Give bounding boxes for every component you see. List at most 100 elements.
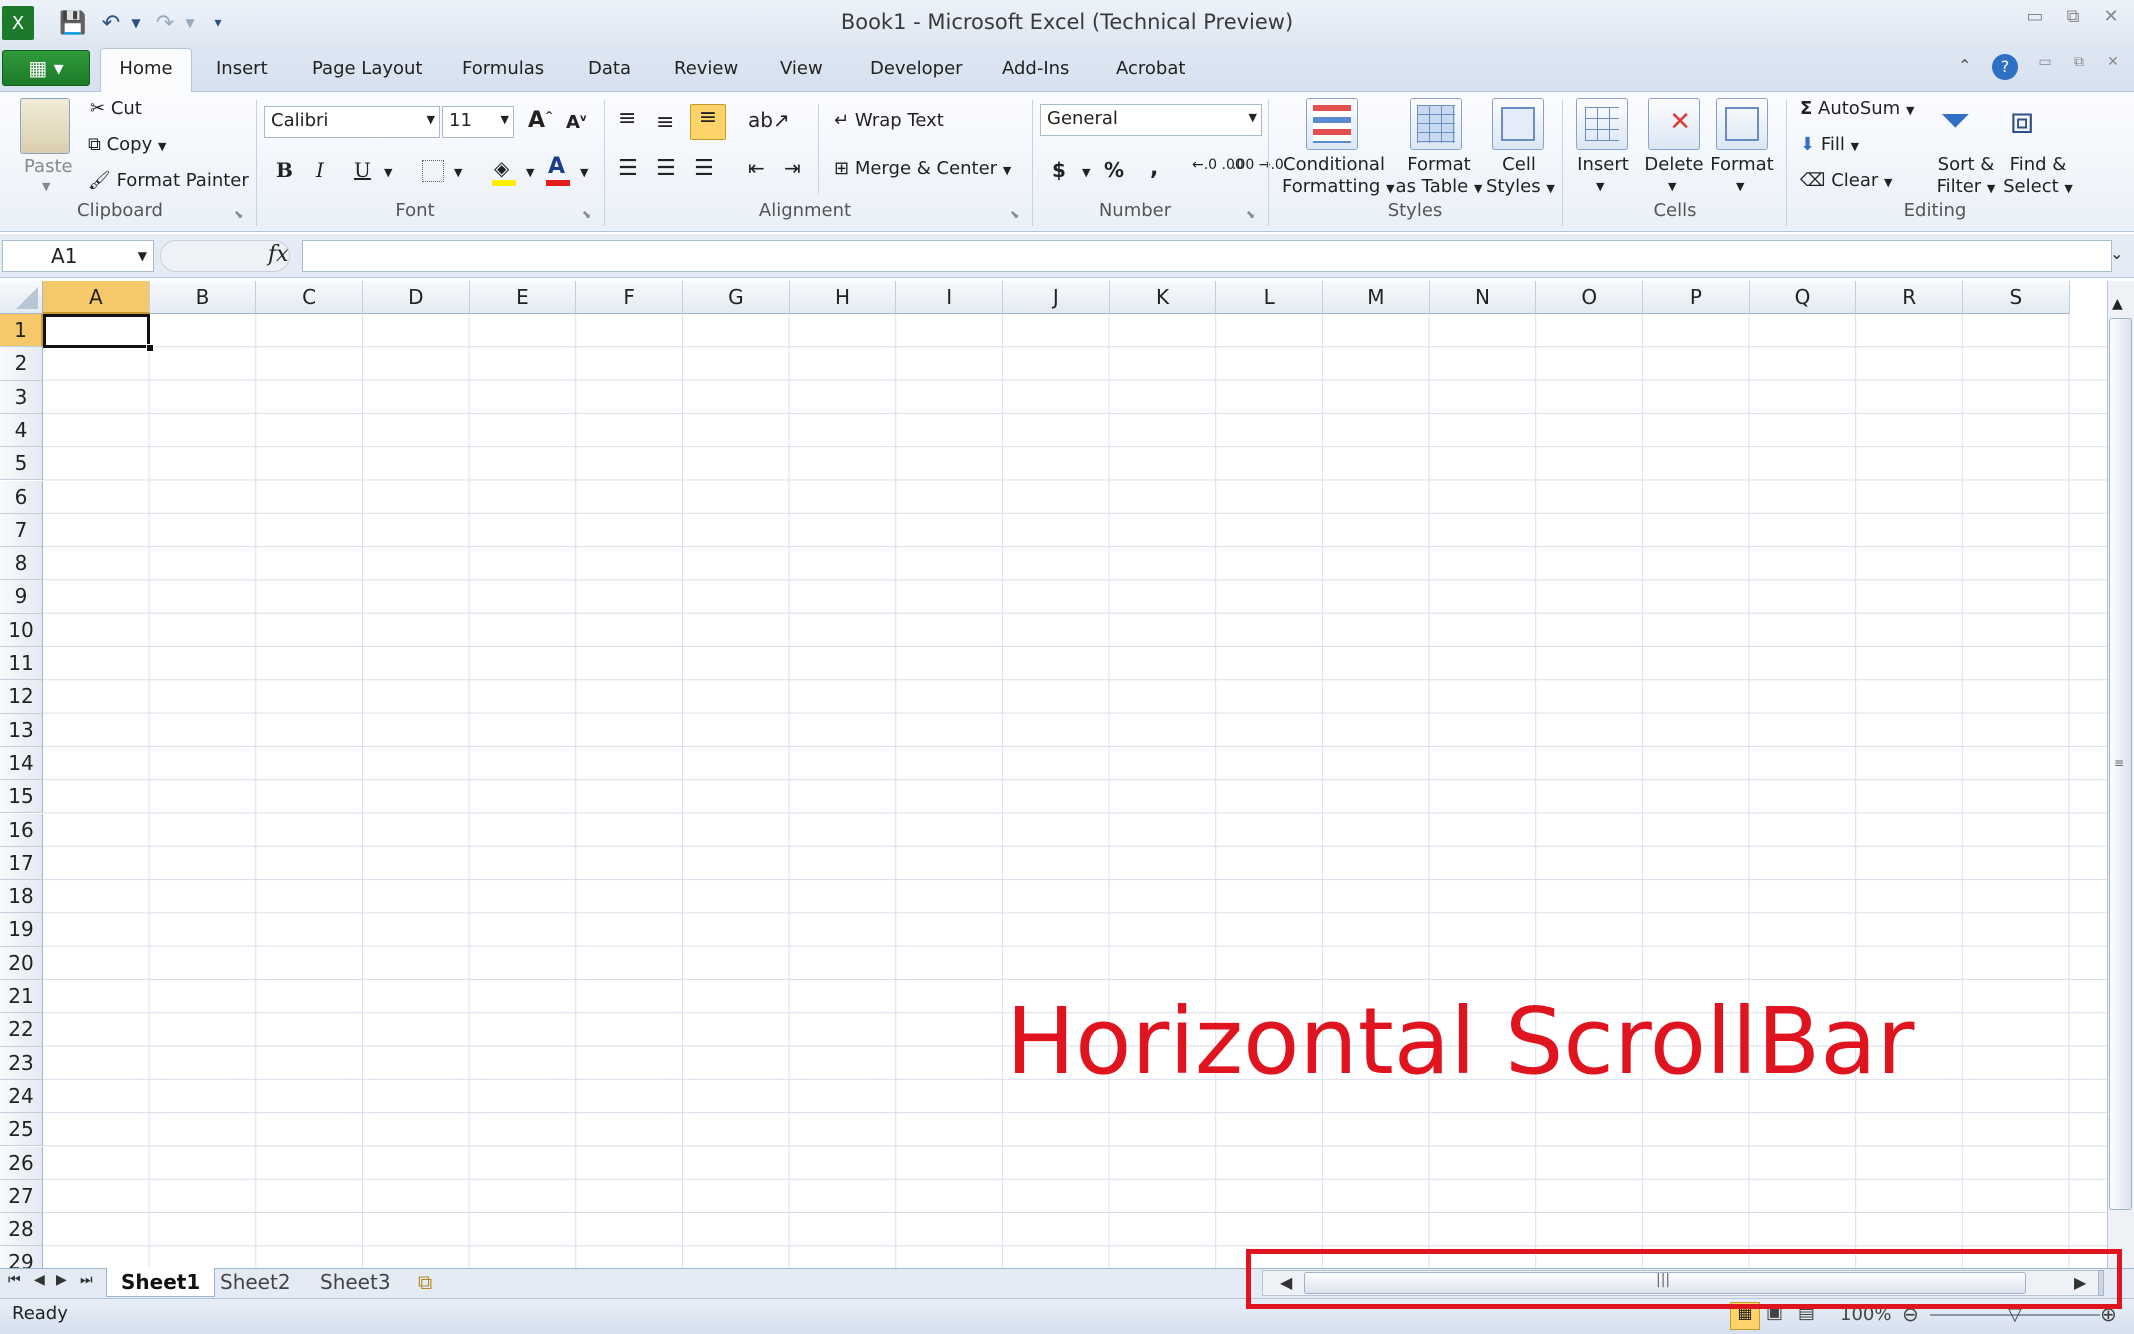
- cell-grid[interactable]: [43, 314, 2107, 1269]
- tab-acrobat[interactable]: Acrobat: [1104, 56, 1197, 81]
- row-header-17[interactable]: 17: [0, 846, 43, 881]
- sort-filter-button[interactable]: Sort & Filter ▼: [1934, 154, 1998, 200]
- font-size-dropdown[interactable]: 11 ▼: [442, 106, 514, 138]
- row-header-7[interactable]: 7: [0, 513, 43, 548]
- align-bottom-icon[interactable]: ≡: [690, 104, 726, 140]
- align-top-icon[interactable]: ≡: [618, 106, 636, 131]
- tab-view[interactable]: View: [768, 56, 835, 81]
- first-sheet-icon[interactable]: ⏮: [8, 1272, 21, 1288]
- row-header-25[interactable]: 25: [0, 1113, 43, 1147]
- chevron-down-icon[interactable]: ▼: [1736, 180, 1744, 193]
- column-header-g[interactable]: G: [683, 281, 790, 314]
- clear-button[interactable]: ⌫ Clear ▼: [1800, 170, 1892, 191]
- alignment-launcher-icon[interactable]: ⬊: [1010, 208, 1019, 221]
- sheet-tab-sheet1[interactable]: Sheet1: [106, 1268, 216, 1297]
- column-header-q[interactable]: Q: [1749, 281, 1857, 314]
- row-header-11[interactable]: 11: [0, 647, 43, 681]
- align-right-icon[interactable]: ☰: [694, 156, 714, 181]
- find-select-button[interactable]: Find & Select ▼: [2002, 154, 2074, 200]
- row-header-12[interactable]: 12: [0, 680, 43, 714]
- insert-cells-button[interactable]: Insert: [1576, 154, 1630, 175]
- clipboard-launcher-icon[interactable]: ⬊: [234, 208, 243, 221]
- binoculars-icon[interactable]: ⧈: [2010, 98, 2034, 143]
- tab-review[interactable]: Review: [662, 56, 750, 81]
- row-header-22[interactable]: 22: [0, 1013, 43, 1047]
- format-cells-icon[interactable]: [1716, 98, 1768, 150]
- merge-dropdown-icon[interactable]: ▼: [1003, 164, 1011, 177]
- font-color-dropdown-icon[interactable]: ▼: [580, 166, 588, 179]
- column-header-s[interactable]: S: [1963, 281, 2070, 314]
- column-header-h[interactable]: H: [789, 281, 897, 314]
- tab-developer[interactable]: Developer: [858, 56, 975, 81]
- autosum-button[interactable]: Σ AutoSum ▼: [1800, 98, 1914, 119]
- name-box[interactable]: A1 ▼: [2, 240, 154, 272]
- fill-color-dropdown-icon[interactable]: ▼: [526, 166, 534, 179]
- column-header-a[interactable]: A: [43, 281, 150, 314]
- help-icon[interactable]: ?: [1992, 54, 2018, 80]
- currency-dropdown-icon[interactable]: ▼: [1082, 166, 1090, 179]
- increase-indent-icon[interactable]: ⇥: [784, 156, 801, 180]
- doc-close-button[interactable]: ✕: [2098, 54, 2128, 82]
- tab-data[interactable]: Data: [576, 56, 643, 81]
- row-header-2[interactable]: 2: [0, 347, 43, 381]
- column-header-o[interactable]: O: [1536, 281, 1644, 314]
- orientation-icon[interactable]: ab↗: [748, 108, 790, 132]
- row-header-14[interactable]: 14: [0, 746, 43, 781]
- sheet-tab-sheet2[interactable]: Sheet2: [206, 1268, 305, 1297]
- row-header-23[interactable]: 23: [0, 1046, 43, 1080]
- paste-icon[interactable]: [20, 98, 70, 154]
- grow-font-button[interactable]: A^: [528, 108, 553, 133]
- row-header-27[interactable]: 27: [0, 1179, 43, 1214]
- conditional-formatting-button[interactable]: Conditional Formatting ▼: [1282, 154, 1395, 200]
- fill-color-icon[interactable]: ◈: [494, 156, 509, 180]
- column-header-j[interactable]: J: [1003, 281, 1110, 314]
- row-header-3[interactable]: 3: [0, 380, 43, 414]
- column-header-m[interactable]: M: [1323, 281, 1430, 314]
- column-header-d[interactable]: D: [363, 281, 470, 314]
- sort-filter-icon[interactable]: ⏷: [1940, 98, 1970, 143]
- column-header-b[interactable]: B: [149, 281, 257, 314]
- increase-decimal-button[interactable]: ←.0 .00: [1192, 158, 1244, 172]
- decrease-decimal-button[interactable]: .00 →.0: [1232, 158, 1284, 172]
- restore-button[interactable]: ⧉: [2058, 6, 2088, 34]
- row-header-26[interactable]: 26: [0, 1146, 43, 1180]
- fill-handle[interactable]: [146, 344, 154, 352]
- delete-cells-button[interactable]: Delete: [1642, 154, 1706, 175]
- last-sheet-icon[interactable]: ⏭: [80, 1272, 93, 1288]
- column-header-r[interactable]: R: [1856, 281, 1964, 314]
- insert-function-button[interactable]: fx: [268, 242, 289, 267]
- minimize-ribbon-icon[interactable]: ⌃: [1958, 56, 1971, 75]
- row-header-28[interactable]: 28: [0, 1213, 43, 1247]
- font-color-button[interactable]: A: [548, 154, 565, 179]
- column-header-c[interactable]: C: [256, 281, 363, 314]
- cell-styles-button[interactable]: Cell Styles ▼: [1486, 154, 1555, 200]
- conditional-formatting-icon[interactable]: [1306, 98, 1358, 150]
- merge-center-button[interactable]: ⊞ Merge & Center ▼: [834, 158, 1011, 179]
- format-painter-button[interactable]: 🖌 Format Painter: [88, 170, 249, 191]
- expand-formula-bar-icon[interactable]: ⌄: [2110, 244, 2123, 263]
- row-header-16[interactable]: 16: [0, 813, 43, 847]
- row-header-21[interactable]: 21: [0, 980, 43, 1014]
- doc-restore-button[interactable]: ⧉: [2064, 54, 2094, 82]
- row-header-4[interactable]: 4: [0, 413, 43, 448]
- column-header-n[interactable]: N: [1429, 281, 1537, 314]
- row-header-9[interactable]: 9: [0, 580, 43, 614]
- copy-dropdown-icon[interactable]: ▼: [158, 140, 166, 153]
- chevron-down-icon[interactable]: ▼: [1668, 180, 1676, 193]
- row-header-8[interactable]: 8: [0, 547, 43, 581]
- row-header-18[interactable]: 18: [0, 880, 43, 914]
- wrap-text-button[interactable]: ↵ Wrap Text: [834, 110, 944, 131]
- underline-button[interactable]: U: [354, 158, 371, 182]
- tab-home[interactable]: Home: [100, 48, 192, 93]
- cell-styles-icon[interactable]: [1492, 98, 1544, 150]
- cut-button[interactable]: ✂ Cut: [90, 98, 142, 119]
- align-left-icon[interactable]: ☰: [618, 156, 638, 181]
- format-as-table-button[interactable]: Format as Table ▼: [1394, 154, 1484, 200]
- column-header-l[interactable]: L: [1216, 281, 1324, 314]
- insert-cells-icon[interactable]: [1576, 98, 1628, 150]
- insert-worksheet-icon[interactable]: ⧉: [418, 1270, 432, 1294]
- row-header-1[interactable]: 1: [0, 314, 43, 348]
- row-header-6[interactable]: 6: [0, 480, 43, 514]
- row-header-24[interactable]: 24: [0, 1079, 43, 1114]
- formula-input[interactable]: [302, 240, 2112, 272]
